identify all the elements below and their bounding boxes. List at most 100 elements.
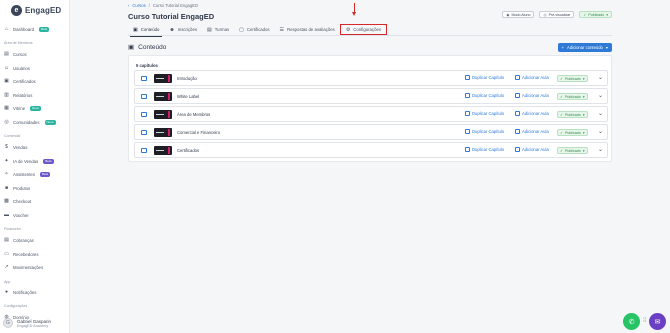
sidebar-item-usuarios[interactable]: ☺ Usuários	[3, 64, 67, 72]
expand-chevron-icon[interactable]: ⌄	[598, 74, 603, 81]
tab-respostas-avaliacoes[interactable]: ☰ Respostas de avaliações	[275, 24, 340, 36]
add-lesson-button[interactable]: Adicionar Aula	[515, 111, 549, 116]
expand-chevron-icon[interactable]: ⌄	[598, 92, 603, 99]
user-profile[interactable]: G Gabriel Gasparin EngagED Academy	[3, 318, 51, 328]
duplicate-chapter-button[interactable]: Duplicar Capítulo	[465, 93, 504, 98]
sidebar-item-recebedores[interactable]: ▭ Recebedores	[3, 250, 67, 258]
chapter-row[interactable]: Introdução Duplicar Capítulo Adicionar A…	[134, 70, 608, 86]
sidebar-item-produtos[interactable]: ■ Produtos	[3, 184, 67, 192]
sidebar-item-relatorios[interactable]: ▥ Relatórios	[3, 91, 67, 99]
chapter-status-dropdown[interactable]: ✓ Publicado ▾	[557, 147, 588, 154]
chapter-thumbnail	[154, 92, 172, 101]
duplicate-chapter-button[interactable]: Duplicar Capítulo	[465, 129, 504, 134]
sidebar-item-cobrancas[interactable]: ▤ Cobranças	[3, 236, 67, 244]
sidebar-item-ia-vendas[interactable]: ✦ IA de Vendas Beta	[3, 157, 67, 165]
sidebar-item-label: Vendas	[13, 144, 28, 150]
tab-label: Configurações	[353, 27, 382, 32]
drag-grip-icon[interactable]: ⁞⁞	[643, 318, 646, 324]
sidebar-item-notificacoes[interactable]: ● Notificações	[3, 288, 67, 296]
check-icon: ✓	[560, 112, 564, 117]
tab-conteudo[interactable]: ▣ Conteúdo	[128, 24, 164, 37]
sidebar-item-vitrine[interactable]: ▦ Vitrine Novo	[3, 104, 67, 112]
chapter-thumbnail	[154, 146, 172, 155]
add-lesson-button[interactable]: Adicionar Aula	[515, 93, 549, 98]
header-actions: ◉ Modo Aluno ◎ Pré-visualizar ✓ Publicad…	[502, 11, 612, 18]
folder-icon	[141, 94, 147, 99]
expand-chevron-icon[interactable]: ⌄	[598, 110, 603, 117]
chapter-status-dropdown[interactable]: ✓ Publicado ▾	[557, 129, 588, 136]
breadcrumb-link-cursos[interactable]: Cursos	[132, 3, 145, 8]
annotation-arrow	[352, 3, 357, 16]
copy-icon	[465, 111, 470, 116]
add-content-button[interactable]: + Adicionar conteúdo ▾	[557, 42, 612, 52]
sidebar-item-vendas[interactable]: $ Vendas	[3, 143, 67, 151]
add-lesson-button[interactable]: Adicionar Aula	[515, 75, 549, 80]
sidebar-item-certificados[interactable]: ▣ Certificados	[3, 77, 67, 85]
duplicate-chapter-button[interactable]: Duplicar Capítulo	[465, 111, 504, 116]
breadcrumb: ‹ Cursos / Curso Tutorial EngagED	[128, 3, 198, 8]
sidebar-item-comunidades[interactable]: ◎ Comunidades Novo	[3, 118, 67, 126]
status-label: Publicado	[565, 112, 581, 117]
duplicate-label: Duplicar Capítulo	[472, 93, 505, 98]
expand-chevron-icon[interactable]: ⌄	[598, 128, 603, 135]
add-content-label: Adicionar conteúdo	[567, 44, 603, 50]
chevron-down-icon: ▾	[582, 94, 585, 99]
bell-icon: ●	[4, 289, 9, 295]
add-lesson-button[interactable]: Adicionar Aula	[515, 129, 549, 134]
chevron-down-icon: ▾	[582, 130, 585, 135]
sidebar-item-label: Relatórios	[13, 92, 33, 98]
beta-badge: Beta	[39, 26, 50, 32]
home-icon: ⌂	[4, 26, 9, 32]
chat-button[interactable]: ✉	[649, 313, 666, 330]
chapter-row[interactable]: White Label Duplicar Capítulo Adicionar …	[134, 88, 608, 104]
chevron-down-icon: ▾	[582, 148, 585, 153]
sidebar-item-cursos[interactable]: ▤ Cursos	[3, 50, 67, 58]
chapter-row[interactable]: Certificados Duplicar Capítulo Adicionar…	[134, 142, 608, 158]
tab-configuracoes[interactable]: ⚙ Configurações	[339, 24, 388, 35]
tab-certificados[interactable]: ▢ Certificados	[234, 24, 274, 36]
sidebar-item-label: Checkout	[13, 198, 32, 204]
copy-icon	[465, 129, 470, 134]
sidebar-item-label: Comunidades	[13, 119, 40, 125]
brand-logo[interactable]: e EngagED	[11, 4, 61, 16]
tab-label: Respostas de avaliações	[287, 27, 335, 32]
add-lesson-icon	[515, 129, 520, 134]
publish-status-label: Publicado	[588, 12, 605, 17]
sidebar-item-label: Produtos	[13, 185, 31, 191]
chapter-status-dropdown[interactable]: ✓ Publicado ▾	[557, 93, 588, 100]
chapter-row[interactable]: Área de Membros Duplicar Capítulo Adicio…	[134, 106, 608, 122]
dollar-icon: $	[5, 144, 8, 150]
copy-icon	[465, 147, 470, 152]
student-mode-button[interactable]: ◉ Modo Aluno	[502, 11, 535, 18]
sidebar-item-dashboard[interactable]: ⌂ Dashboard Beta	[3, 25, 67, 33]
storefront-icon: ▦	[4, 105, 9, 111]
sidebar-item-voucher[interactable]: ▬ Voucher	[3, 211, 67, 219]
sidebar-item-assistentes[interactable]: ✧ Assistentes Beta	[3, 170, 67, 178]
sidebar-item-label: Movimentações	[13, 264, 44, 270]
tab-inscricoes[interactable]: ☻ Inscrições	[164, 24, 202, 36]
folder-icon	[141, 148, 147, 153]
duplicate-chapter-button[interactable]: Duplicar Capítulo	[465, 147, 504, 152]
receiver-icon: ▭	[4, 251, 9, 257]
duplicate-label: Duplicar Capítulo	[472, 75, 505, 80]
chapter-count: 5 capítulos	[136, 63, 158, 68]
expand-chevron-icon[interactable]: ⌄	[598, 146, 603, 153]
add-lesson-label: Adicionar Aula	[522, 75, 549, 80]
tab-turmas[interactable]: ▤ Turmas	[202, 24, 234, 36]
publish-status-dropdown[interactable]: ✓ Publicado ▾	[579, 11, 612, 18]
plus-icon: +	[561, 44, 565, 50]
tab-label: Inscrições	[177, 27, 197, 32]
sidebar-item-movimentacoes[interactable]: ↗ Movimentações	[3, 263, 67, 271]
preview-button[interactable]: ◎ Pré-visualizar	[539, 11, 575, 18]
chapter-status-dropdown[interactable]: ✓ Publicado ▾	[557, 75, 588, 82]
tab-label: Certificados	[246, 27, 270, 32]
add-lesson-button[interactable]: Adicionar Aula	[515, 147, 549, 152]
content-icon: ▣	[133, 26, 138, 33]
chapter-status-dropdown[interactable]: ✓ Publicado ▾	[557, 111, 588, 118]
beta-badge: Beta	[43, 158, 54, 164]
whatsapp-button[interactable]: ✆	[623, 313, 640, 330]
sidebar-item-checkout[interactable]: ▩ Checkout	[3, 197, 67, 205]
check-icon: ✓	[560, 76, 564, 81]
duplicate-chapter-button[interactable]: Duplicar Capítulo	[465, 75, 504, 80]
chapter-row[interactable]: Comercial e Financeiro Duplicar Capítulo…	[134, 124, 608, 140]
